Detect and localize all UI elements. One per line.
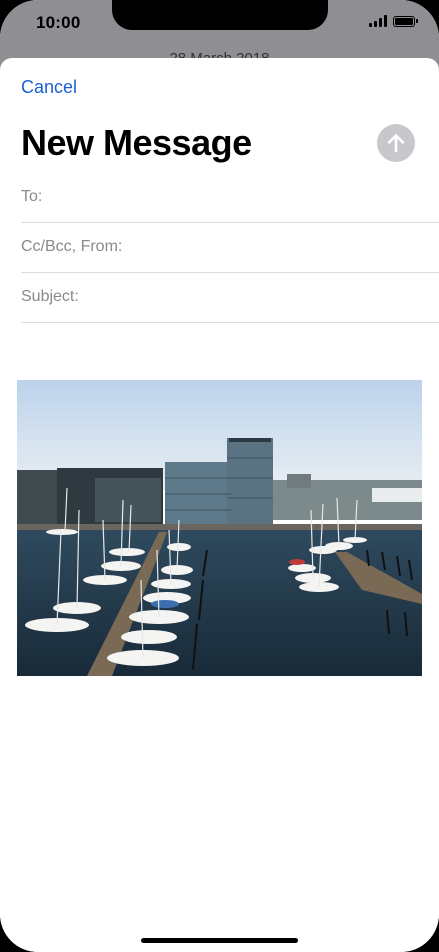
notch: [112, 0, 328, 30]
battery-icon: [393, 15, 418, 27]
to-label: To:: [21, 188, 43, 205]
status-bar: 10:00: [0, 0, 439, 48]
subject-label: Subject:: [21, 288, 79, 305]
to-field[interactable]: To:: [21, 173, 439, 223]
cancel-button[interactable]: Cancel: [21, 77, 77, 98]
cc-bcc-from-label: Cc/Bcc, From:: [21, 238, 123, 255]
status-icons: [369, 15, 418, 27]
phone-screen: 10:00 28 March 2018 Cancel New Message T…: [0, 0, 439, 952]
attached-photo[interactable]: [17, 380, 422, 676]
subject-field[interactable]: Subject:: [21, 273, 439, 323]
compose-sheet: Cancel New Message To: Cc/Bcc, From: Sub…: [0, 58, 439, 952]
home-indicator[interactable]: [141, 938, 298, 943]
page-title: New Message: [21, 122, 252, 163]
cellular-signal-icon: [369, 15, 387, 27]
send-button[interactable]: [377, 124, 415, 162]
status-time: 10:00: [36, 13, 81, 32]
harbor-photo: [17, 380, 422, 676]
cc-bcc-from-field[interactable]: Cc/Bcc, From:: [21, 223, 439, 273]
arrow-up-icon: [387, 134, 405, 153]
